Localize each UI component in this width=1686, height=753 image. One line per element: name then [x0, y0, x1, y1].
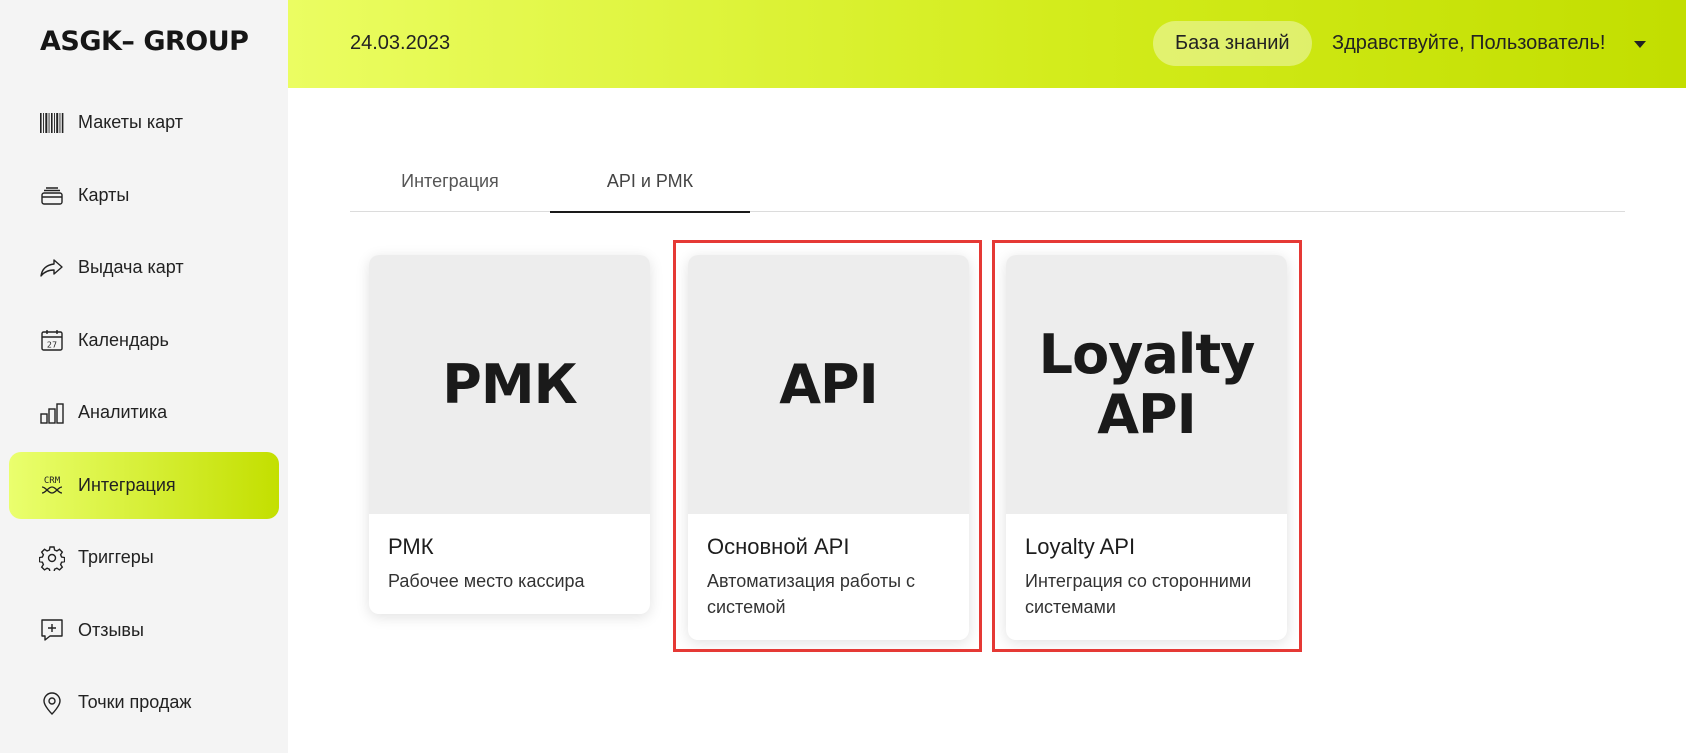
sidebar-item-card-issue[interactable]: Выдача карт — [9, 234, 279, 301]
sidebar-item-cards[interactable]: Карты — [9, 162, 279, 229]
tab-api-pos[interactable]: API и РМК — [550, 155, 750, 213]
bar-chart-icon — [39, 400, 65, 426]
sidebar-item-label: Календарь — [78, 329, 169, 350]
current-date: 24.03.2023 — [350, 32, 451, 54]
sidebar: ASGK– GROUP Макеты карт Карты Выдача кар… — [0, 0, 288, 753]
card-loyalty-api[interactable]: Loyalty API Loyalty API Интеграция со ст… — [1006, 255, 1287, 640]
sidebar-item-label: Аналитика — [78, 402, 168, 422]
sidebar-item-points-of-sale[interactable]: Точки продаж — [9, 669, 279, 736]
card-description: Интеграция со сторонними системами — [1025, 571, 1252, 617]
svg-text:27: 27 — [47, 341, 57, 350]
svg-text:CRM: CRM — [44, 476, 61, 486]
knowledge-base-button[interactable]: База знаний — [1153, 21, 1312, 66]
card-title: Loyalty API — [1025, 534, 1136, 559]
chevron-down-icon[interactable] — [1634, 41, 1646, 48]
card-pos[interactable]: РМК РМК Рабочее место кассира — [369, 255, 650, 614]
sidebar-nav: Макеты карт Карты Выдача карт 27 Календа… — [9, 89, 279, 742]
sidebar-item-card-layouts[interactable]: Макеты карт — [9, 89, 279, 156]
logo[interactable]: ASGK– GROUP — [40, 26, 249, 57]
cards-stack-icon — [39, 182, 65, 208]
card-cover: РМК — [369, 255, 650, 514]
card-description: Автоматизация работы с системой — [707, 571, 916, 617]
add-comment-icon — [39, 617, 65, 643]
sidebar-item-integration[interactable]: CRM Интеграция — [9, 451, 279, 519]
calendar-icon: 27 — [39, 327, 65, 353]
card-title: Основной API — [707, 534, 850, 559]
top-header: 24.03.2023 База знаний Здравствуйте, Пол… — [288, 0, 1686, 88]
barcode-icon — [39, 110, 65, 136]
sidebar-item-calendar[interactable]: 27 Календарь — [9, 307, 279, 374]
sidebar-item-triggers[interactable]: Триггеры — [9, 524, 279, 591]
sidebar-item-label: Триггеры — [78, 547, 154, 567]
sidebar-item-label: Интеграция — [78, 474, 176, 495]
map-pin-icon — [39, 690, 65, 716]
tab-bar: Интеграция API и РМК — [350, 155, 1625, 213]
sidebar-item-label: Точки продаж — [78, 692, 192, 712]
user-greeting[interactable]: Здравствуйте, Пользователь! — [1332, 32, 1605, 55]
sidebar-item-analytics[interactable]: Аналитика — [9, 379, 279, 446]
sidebar-item-label: Макеты карт — [78, 112, 184, 132]
tab-integration[interactable]: Интеграция — [350, 155, 550, 211]
card-title: РМК — [388, 534, 434, 559]
crm-icon: CRM — [39, 472, 65, 498]
sidebar-item-label: Карты — [78, 184, 130, 205]
gear-icon — [39, 545, 65, 571]
card-cover: API — [688, 255, 969, 514]
card-description: Рабочее место кассира — [388, 571, 585, 591]
share-arrow-icon — [39, 255, 65, 281]
sidebar-item-reviews[interactable]: Отзывы — [9, 597, 279, 664]
card-cover: Loyalty API — [1006, 255, 1287, 514]
card-main-api[interactable]: API Основной API Автоматизация работы с … — [688, 255, 969, 640]
sidebar-item-label: Отзывы — [78, 619, 144, 640]
sidebar-item-label: Выдача карт — [78, 257, 184, 277]
